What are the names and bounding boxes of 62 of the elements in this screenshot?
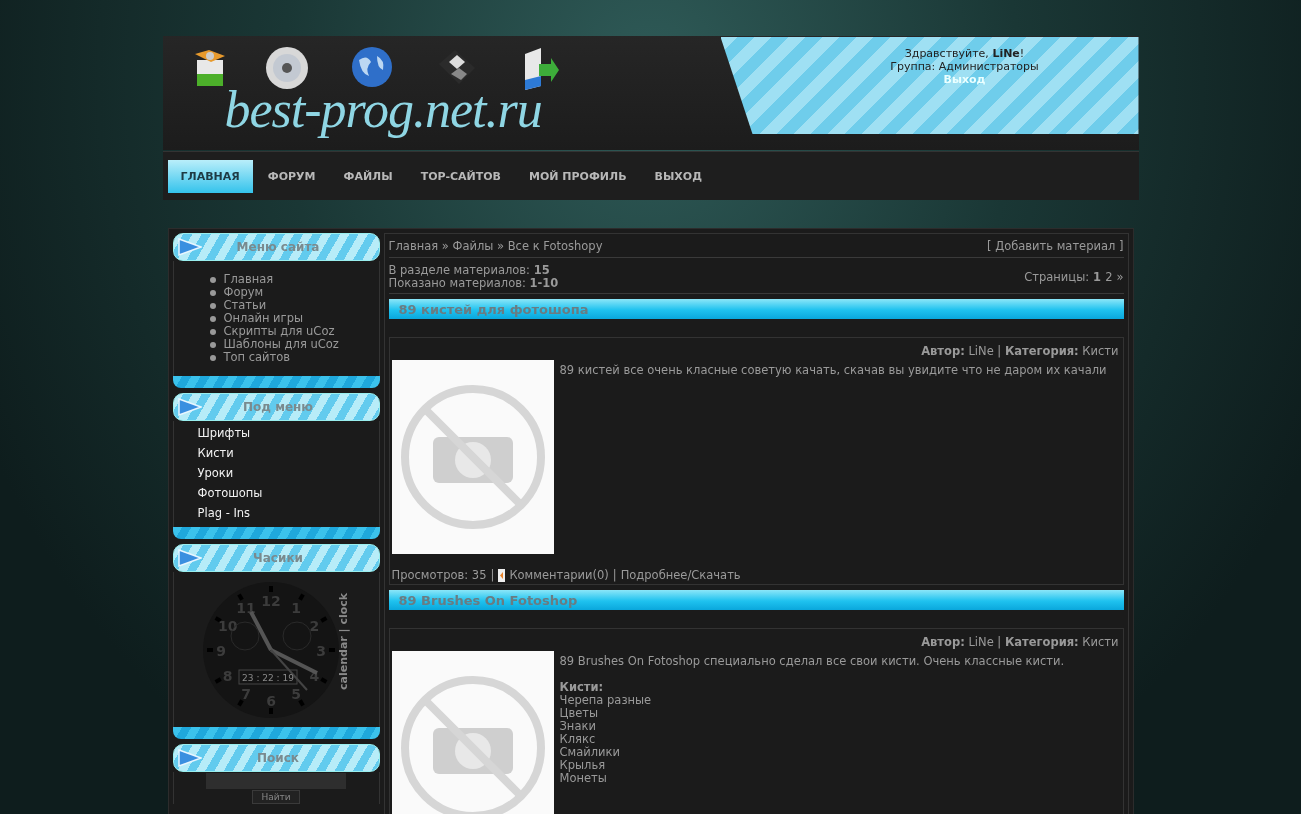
page-link[interactable]: 2 xyxy=(1105,270,1113,284)
list-item: Крылья xyxy=(559,759,607,772)
add-material-link[interactable]: [ Добавить материал ] xyxy=(987,239,1124,253)
nav-tab[interactable]: ГЛАВНАЯ xyxy=(167,159,253,193)
list-item: Цветы xyxy=(559,707,599,720)
nav-tab[interactable]: TOP-САЙТОВ xyxy=(407,159,514,193)
more-link[interactable]: Подробнее/Скачать xyxy=(620,568,741,582)
bullet-icon xyxy=(209,315,216,322)
menu-link[interactable]: Скрипты для uCoz xyxy=(223,325,335,338)
shown-count-text: Показано материалов: 1-10 xyxy=(388,277,559,290)
menu-link[interactable]: Форум xyxy=(223,286,264,299)
search-field[interactable] xyxy=(206,773,346,789)
greeting-text: Здравствуйте, LiNe! xyxy=(904,47,1025,60)
menu-link[interactable]: Шаблоны для uCoz xyxy=(223,338,339,351)
materials-count-text: В разделе материалов: 15 xyxy=(388,264,551,277)
list-item: Знаки xyxy=(559,720,597,733)
site-logo[interactable]: best-prog.net.ru xyxy=(224,80,542,139)
bullet-icon xyxy=(209,354,216,361)
comment-icon xyxy=(498,568,506,582)
submenu-link[interactable]: Кисти xyxy=(197,443,379,463)
breadcrumb-text: Главная » Файлы » Все к Fotoshopy xyxy=(388,239,603,253)
list-item: Смайлики xyxy=(559,746,621,759)
triangle-icon xyxy=(177,549,202,567)
entry-meta-text: Автор: LiNe | Категория: Кисти xyxy=(920,634,1120,649)
pages-label: Страницы: xyxy=(1024,270,1090,284)
separator-text: | xyxy=(612,568,617,582)
list-item: Клякс xyxy=(559,733,597,746)
disc-icon xyxy=(264,46,309,90)
menu-link[interactable]: Главная xyxy=(223,273,274,286)
globe-icon xyxy=(350,46,393,88)
page-link[interactable]: 1 xyxy=(1093,270,1102,284)
list-heading: Кисти: xyxy=(559,681,605,694)
menu-link[interactable]: Топ сайтов xyxy=(223,351,291,364)
bullet-icon xyxy=(209,341,216,348)
triangle-icon xyxy=(177,398,202,416)
submenu-link[interactable]: Plag - Ins xyxy=(197,503,379,523)
submenu-link[interactable]: Фотошопы xyxy=(197,483,379,503)
entry-description: 89 Brushes On Fotoshop специально сделал все свои кисти. Очень классные кисти. xyxy=(559,655,1065,668)
entry-description: 89 кистей все очень класные советую качать, скачав вы увидите что не даром их качали xyxy=(559,364,1107,377)
entry-meta-text: Автор: LiNe | Категория: Кисти xyxy=(920,343,1120,358)
triangle-icon xyxy=(177,749,202,767)
search-button[interactable]: Найти xyxy=(252,790,300,804)
nav-tab[interactable]: МОЙ ПРОФИЛЬ xyxy=(516,159,640,193)
submenu-link[interactable]: Уроки xyxy=(197,463,379,483)
nav-tab[interactable]: ФОРУМ xyxy=(254,159,329,193)
separator-text: | xyxy=(490,568,495,582)
next-page-link[interactable]: » xyxy=(1116,270,1124,284)
nav-tab[interactable]: ВЫХОД xyxy=(641,159,715,193)
bullet-icon xyxy=(209,302,216,309)
list-item: Монеты xyxy=(559,772,608,785)
views-count: Просмотров: 35 xyxy=(391,568,487,582)
submenu-link[interactable]: Шрифты xyxy=(197,423,379,443)
bullet-icon xyxy=(209,328,216,335)
user-group-text: Группа: Администраторы xyxy=(890,60,1039,73)
menu-link[interactable]: Онлайн игры xyxy=(223,312,303,325)
nav-tab[interactable]: ФАЙЛЫ xyxy=(330,159,406,193)
bullet-icon xyxy=(209,276,216,283)
menu-link[interactable]: Статьи xyxy=(223,299,267,312)
list-item: Черепа разные xyxy=(559,694,653,707)
triangle-icon xyxy=(177,238,202,256)
comments-link[interactable]: Комментарии(0) xyxy=(509,568,609,582)
bullet-icon xyxy=(209,289,216,296)
